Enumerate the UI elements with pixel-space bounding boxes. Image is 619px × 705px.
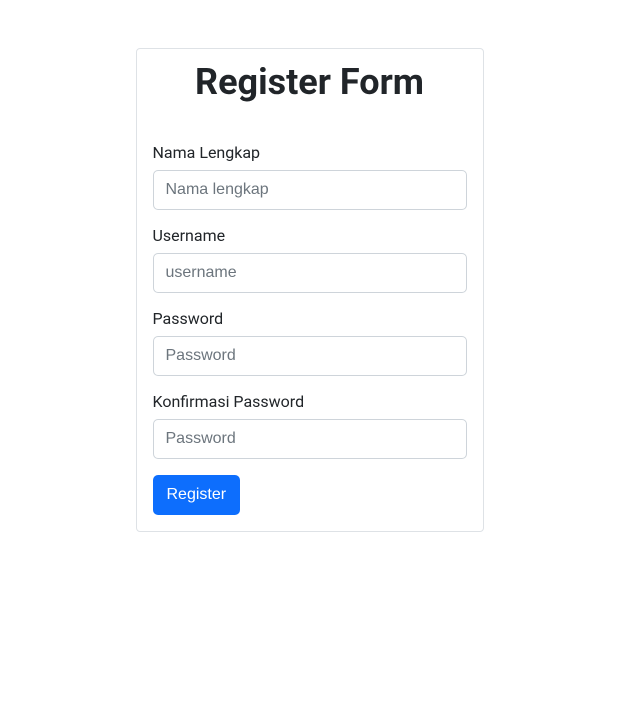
nama-input[interactable] — [153, 170, 467, 210]
confirm-password-input[interactable] — [153, 419, 467, 459]
form-title: Register Form — [153, 61, 467, 103]
field-group-nama: Nama Lengkap — [153, 143, 467, 210]
username-input[interactable] — [153, 253, 467, 293]
username-label: Username — [153, 226, 467, 245]
field-group-confirm: Konfirmasi Password — [153, 392, 467, 459]
password-input[interactable] — [153, 336, 467, 376]
confirm-password-label: Konfirmasi Password — [153, 392, 467, 411]
nama-label: Nama Lengkap — [153, 143, 467, 162]
register-button[interactable]: Register — [153, 475, 241, 515]
field-group-username: Username — [153, 226, 467, 293]
password-label: Password — [153, 309, 467, 328]
register-card: Register Form Nama Lengkap Username Pass… — [136, 48, 484, 532]
field-group-password: Password — [153, 309, 467, 376]
